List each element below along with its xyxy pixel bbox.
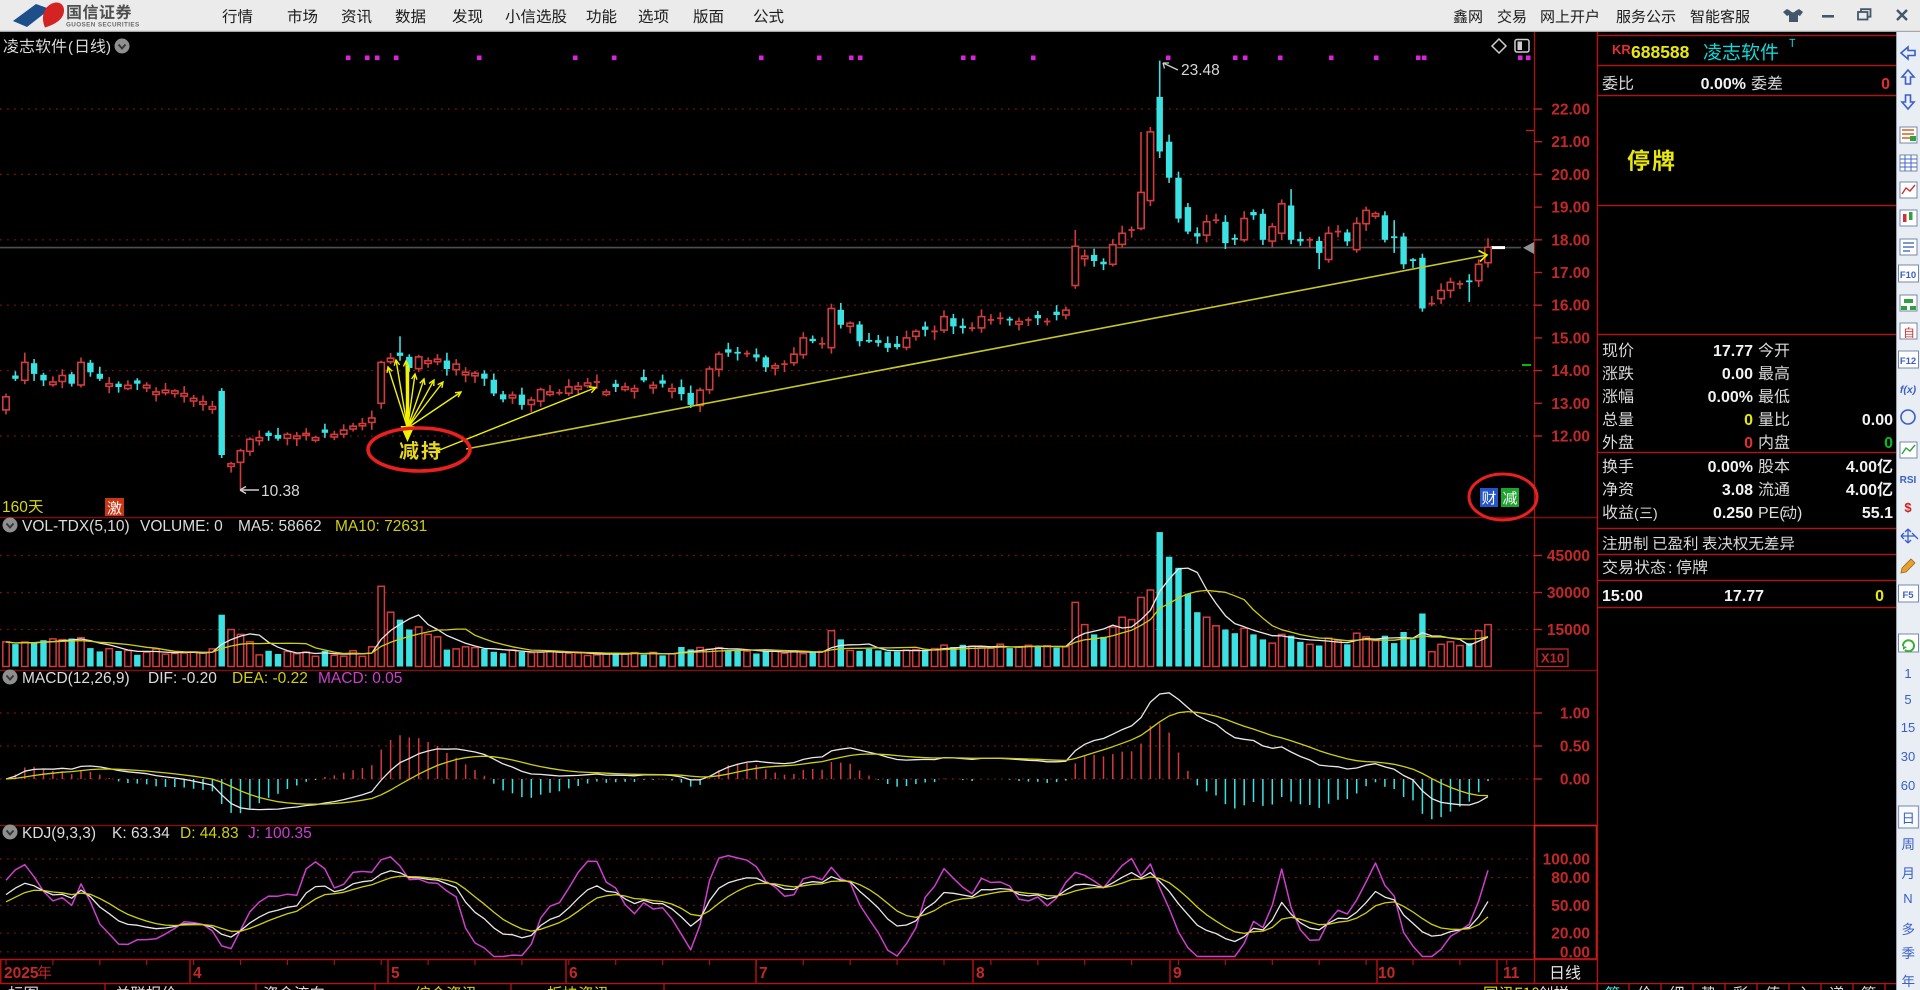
svg-text:MACD(12,26,9): MACD(12,26,9) xyxy=(22,670,130,687)
svg-text:0.00: 0.00 xyxy=(1862,412,1893,429)
svg-text:DEA: -0.22: DEA: -0.22 xyxy=(232,670,308,687)
svg-text:17.77: 17.77 xyxy=(1724,588,1764,605)
svg-text:(: ( xyxy=(1634,505,1639,521)
svg-text:19.00: 19.00 xyxy=(1551,200,1590,217)
svg-text:VOL-TDX(5,10): VOL-TDX(5,10) xyxy=(22,518,130,535)
svg-text:X10: X10 xyxy=(1541,651,1564,666)
svg-text:1.00: 1.00 xyxy=(1560,706,1590,723)
svg-text:15.00: 15.00 xyxy=(1551,330,1590,347)
svg-text:RSI: RSI xyxy=(1900,475,1917,486)
svg-text:55.1: 55.1 xyxy=(1862,505,1893,522)
svg-text:J: 100.35: J: 100.35 xyxy=(248,825,312,842)
svg-text:MACD: 0.05: MACD: 0.05 xyxy=(318,670,402,687)
svg-text:160: 160 xyxy=(2,499,28,516)
svg-text:0: 0 xyxy=(1881,76,1890,93)
svg-text:12.00: 12.00 xyxy=(1551,429,1590,446)
svg-text:N: N xyxy=(1903,891,1912,906)
svg-text:60: 60 xyxy=(1901,778,1915,793)
svg-text:17.00: 17.00 xyxy=(1551,265,1590,282)
svg-text:15000: 15000 xyxy=(1547,622,1590,639)
svg-text:17.77: 17.77 xyxy=(1713,343,1753,360)
svg-text:20.00: 20.00 xyxy=(1551,926,1590,943)
svg-text:5: 5 xyxy=(1904,692,1911,707)
svg-text:3.08: 3.08 xyxy=(1722,482,1753,499)
svg-text:4.00: 4.00 xyxy=(1846,482,1877,499)
svg-text:0.00: 0.00 xyxy=(1560,772,1590,789)
svg-text:F12: F12 xyxy=(1900,356,1916,367)
svg-text:KR: KR xyxy=(1612,42,1631,57)
svg-text:30: 30 xyxy=(1901,749,1915,764)
svg-text:9: 9 xyxy=(1173,965,1182,982)
svg-text:$: $ xyxy=(1904,500,1912,515)
svg-text:DIF: -0.20: DIF: -0.20 xyxy=(148,670,217,687)
svg-text:2025: 2025 xyxy=(4,965,39,982)
svg-text:KDJ(9,3,3): KDJ(9,3,3) xyxy=(22,825,96,842)
svg-text:16.00: 16.00 xyxy=(1551,298,1590,315)
svg-text:VOLUME: 0: VOLUME: 0 xyxy=(140,518,223,535)
svg-text:4: 4 xyxy=(193,965,202,982)
svg-text:0.00: 0.00 xyxy=(1722,366,1753,383)
svg-text:0.00%: 0.00% xyxy=(1701,76,1746,93)
svg-text:5: 5 xyxy=(391,965,400,982)
svg-text:6: 6 xyxy=(569,965,578,982)
svg-text:45000: 45000 xyxy=(1547,548,1590,565)
svg-text:F5: F5 xyxy=(1902,590,1914,601)
svg-text:D: 44.83: D: 44.83 xyxy=(180,825,239,842)
svg-text:14.00: 14.00 xyxy=(1551,363,1590,380)
svg-text:50.00: 50.00 xyxy=(1551,898,1590,915)
svg-text:1: 1 xyxy=(1904,666,1911,681)
svg-text::: : xyxy=(1668,560,1672,577)
svg-text:F10: F10 xyxy=(1900,270,1916,281)
svg-text:0.50: 0.50 xyxy=(1560,739,1590,756)
svg-text:): ) xyxy=(1653,505,1658,521)
svg-text:100.00: 100.00 xyxy=(1543,852,1590,869)
svg-text:13.00: 13.00 xyxy=(1551,396,1590,413)
svg-text:0.250: 0.250 xyxy=(1713,505,1753,522)
svg-text:0.00%: 0.00% xyxy=(1708,389,1753,406)
svg-text:30000: 30000 xyxy=(1547,585,1590,602)
svg-text:0: 0 xyxy=(1744,412,1753,429)
svg-text:0.00%: 0.00% xyxy=(1708,459,1753,476)
svg-text:15: 15 xyxy=(1901,720,1915,735)
svg-text:8: 8 xyxy=(976,965,985,982)
svg-text:80.00: 80.00 xyxy=(1551,870,1590,887)
svg-text:MA5: 58662: MA5: 58662 xyxy=(238,518,322,535)
svg-text:10: 10 xyxy=(1378,965,1395,982)
svg-text:18.00: 18.00 xyxy=(1551,232,1590,249)
svg-text:0: 0 xyxy=(1884,435,1893,452)
svg-text:4.00: 4.00 xyxy=(1846,459,1877,476)
svg-text:): ) xyxy=(1797,505,1802,522)
svg-text:23.48: 23.48 xyxy=(1181,62,1220,79)
svg-text:GUOSEN SECURITIES: GUOSEN SECURITIES xyxy=(66,22,140,29)
svg-text:22.00: 22.00 xyxy=(1551,102,1590,119)
svg-text:10.38: 10.38 xyxy=(261,483,300,500)
svg-text:7: 7 xyxy=(759,965,768,982)
svg-text:21.00: 21.00 xyxy=(1551,134,1590,151)
svg-text:15:00: 15:00 xyxy=(1602,588,1643,605)
svg-text:0: 0 xyxy=(1875,588,1884,605)
svg-text:0: 0 xyxy=(1744,435,1753,452)
svg-text:): ) xyxy=(106,39,111,56)
svg-text:688588: 688588 xyxy=(1631,42,1690,62)
svg-text:K: 63.34: K: 63.34 xyxy=(112,825,170,842)
svg-text:11: 11 xyxy=(1503,965,1520,982)
svg-text:PE(: PE( xyxy=(1758,505,1785,522)
svg-text:f(x): f(x) xyxy=(1900,384,1917,396)
svg-text:MA10: 72631: MA10: 72631 xyxy=(335,518,427,535)
svg-text:0.00: 0.00 xyxy=(1560,944,1590,961)
svg-text:20.00: 20.00 xyxy=(1551,167,1590,184)
svg-text:(: ( xyxy=(68,39,73,56)
